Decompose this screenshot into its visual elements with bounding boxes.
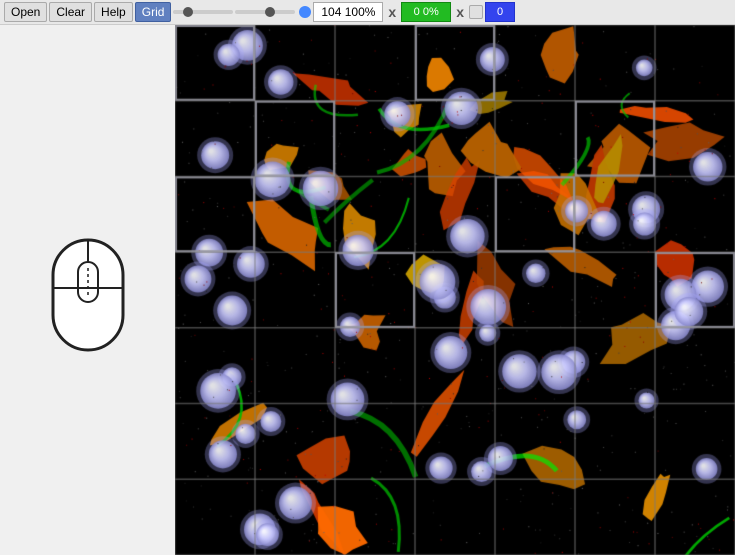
zoom-display: 104 100% [313,2,383,22]
close-green-button[interactable]: x [453,2,467,22]
close-zoom-button[interactable]: x [385,2,399,22]
clear-button[interactable]: Clear [49,2,92,22]
zoom-value: 104 [321,5,341,19]
blue-dot-indicator [299,6,311,18]
open-button[interactable]: Open [4,2,47,22]
left-panel [0,25,175,555]
main-area [0,25,735,555]
slider2-container [235,6,311,18]
checkbox-indicator[interactable] [469,5,483,19]
cell-image-canvas[interactable] [175,25,735,555]
green-value: 0 [414,6,420,18]
image-viewer[interactable] [175,25,735,555]
toolbar: Open Clear Help Grid 104 100% x 0 0% x 0 [0,0,735,25]
help-button[interactable]: Help [94,2,133,22]
blue-indicator: 0 [485,2,515,22]
green-indicator: 0 0% [401,2,451,22]
mouse-icon [38,220,138,360]
slider1-container [173,10,233,14]
grid-button[interactable]: Grid [135,2,172,22]
zoom-percent: 100% [345,5,376,19]
blue-value: 0 [497,6,503,18]
brightness-slider[interactable] [173,10,233,14]
contrast-slider[interactable] [235,10,295,14]
green-percent: 0% [423,6,439,18]
